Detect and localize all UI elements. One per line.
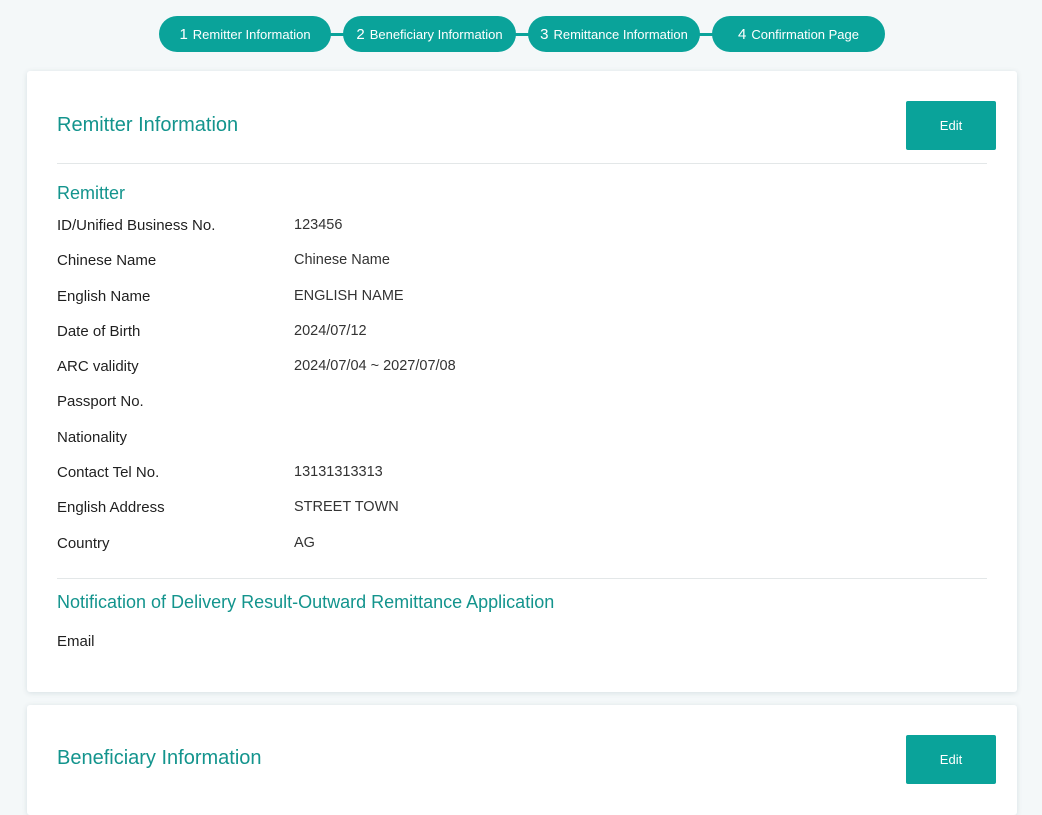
divider xyxy=(57,578,987,579)
field-label: English Name xyxy=(57,287,151,305)
field-value: Chinese Name xyxy=(294,252,390,269)
field-label: Date of Birth xyxy=(57,322,141,340)
card-title: Remitter Information xyxy=(57,114,239,136)
field-row-email: Email xyxy=(57,633,294,650)
step-confirmation-page[interactable]: 4 Confirmation Page xyxy=(712,16,885,52)
section-title-notification: Notification of Delivery Result-Outward … xyxy=(57,592,555,612)
field-label: Email xyxy=(57,633,95,650)
field-value: ENGLISH NAME xyxy=(294,287,404,304)
card-title: Beneficiary Information xyxy=(57,747,262,769)
step-label: Confirmation Page xyxy=(751,26,859,42)
step-label: Beneficiary Information xyxy=(369,26,503,42)
field-value: 13131313313 xyxy=(294,464,383,481)
field-label: Chinese Name xyxy=(57,252,157,270)
step-number: 4 xyxy=(737,25,747,43)
step-number: 2 xyxy=(356,25,365,43)
progress-stepper: 1 Remitter Information 2 Beneficiary Inf… xyxy=(159,16,885,52)
field-row-passport-no: Passport No. xyxy=(57,393,957,428)
field-row-chinese-name: Chinese Name Chinese Name xyxy=(57,252,957,287)
remitter-information-card: Remitter Information Edit Remitter ID/Un… xyxy=(27,71,1017,692)
field-label: Contact Tel No. xyxy=(57,464,160,482)
step-label: Remitter Information xyxy=(192,26,311,42)
field-row-date-of-birth: Date of Birth 2024/07/12 xyxy=(57,323,957,358)
edit-remitter-button[interactable]: Edit xyxy=(906,101,996,150)
field-row-english-name: English Name ENGLISH NAME xyxy=(57,288,957,323)
field-value: STREET TOWN xyxy=(294,499,399,516)
step-number: 3 xyxy=(540,25,549,43)
step-number: 1 xyxy=(179,25,188,43)
field-row-nationality: Nationality xyxy=(57,429,957,464)
field-label: ID/Unified Business No. xyxy=(57,217,216,234)
field-value: AG xyxy=(294,534,315,551)
field-row-id: ID/Unified Business No. 123456 xyxy=(57,217,957,252)
field-row-country: Country AG xyxy=(57,535,957,570)
step-remittance-information[interactable]: 3 Remittance Information xyxy=(528,16,700,52)
step-label: Remittance Information xyxy=(553,26,688,42)
step-remitter-information[interactable]: 1 Remitter Information xyxy=(159,16,331,52)
field-value: 123456 xyxy=(294,217,343,233)
field-label: Passport No. xyxy=(57,393,144,411)
field-row-english-address: English Address STREET TOWN xyxy=(57,499,957,534)
field-label: English Address xyxy=(57,499,165,517)
remitter-field-list: ID/Unified Business No. 123456 Chinese N… xyxy=(57,217,957,570)
field-label: ARC validity xyxy=(57,358,139,376)
field-value: 2024/07/04 ~ 2027/07/08 xyxy=(294,358,456,375)
field-row-arc-validity: ARC validity 2024/07/04 ~ 2027/07/08 xyxy=(57,358,957,393)
section-title-remitter: Remitter xyxy=(57,183,126,203)
divider xyxy=(57,163,987,164)
field-value: 2024/07/12 xyxy=(294,322,367,339)
field-label: Nationality xyxy=(57,428,128,446)
step-beneficiary-information[interactable]: 2 Beneficiary Information xyxy=(343,16,516,52)
beneficiary-information-card: Beneficiary Information Edit xyxy=(27,705,1017,815)
edit-beneficiary-button[interactable]: Edit xyxy=(906,735,996,784)
field-row-contact-tel: Contact Tel No. 13131313313 xyxy=(57,464,957,499)
field-label: Country xyxy=(57,534,110,552)
